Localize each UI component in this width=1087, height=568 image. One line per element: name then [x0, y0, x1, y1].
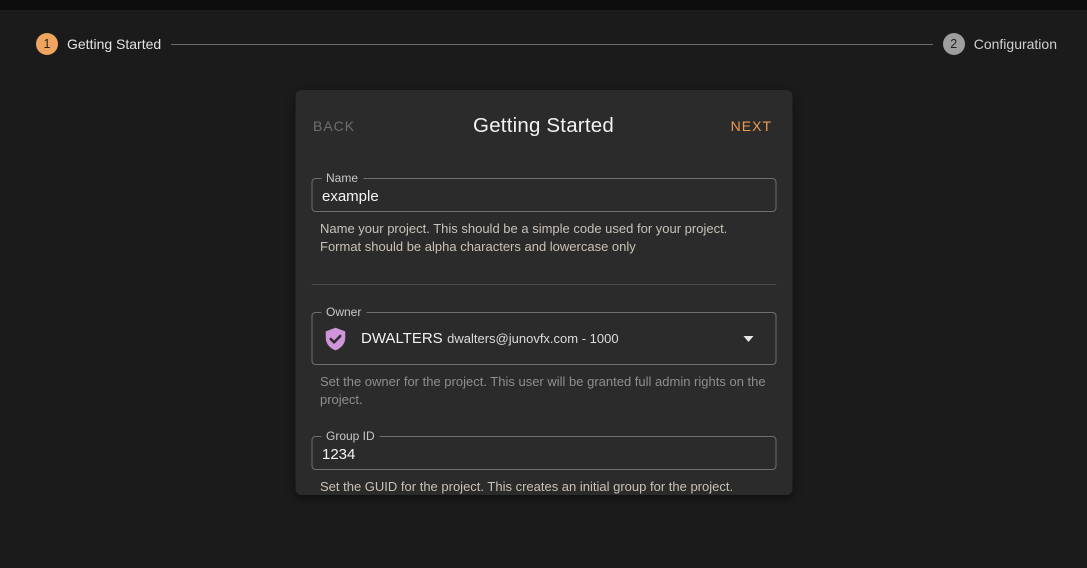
owner-select[interactable]: Owner DWALTERS dwalters@junovfx.com - 10… — [311, 304, 776, 365]
wizard-card: BACK Getting Started NEXT Name Name your… — [295, 90, 792, 495]
stepper-step-getting-started[interactable]: 1 Getting Started — [36, 33, 161, 55]
wizard-form: Name Name your project. This should be a… — [295, 170, 792, 496]
owner-name: DWALTERS — [361, 330, 443, 347]
step-1-badge: 1 — [36, 33, 58, 55]
name-field-label: Name — [321, 170, 364, 187]
step-2-badge: 2 — [942, 33, 965, 55]
owner-selected-option: DWALTERS dwalters@junovfx.com - 1000 — [361, 329, 743, 348]
window-top-strip — [0, 0, 1087, 10]
next-button[interactable]: NEXT — [731, 118, 772, 134]
name-field-outline: Name — [311, 170, 776, 212]
owner-field-group: Owner DWALTERS dwalters@junovfx.com - 10… — [311, 304, 776, 409]
group-id-helper-text: Set the GUID for the project. This creat… — [320, 479, 734, 494]
name-helper-text: Name your project. This should be a simp… — [320, 221, 728, 254]
name-input[interactable] — [312, 179, 775, 211]
name-field-group: Name Name your project. This should be a… — [311, 170, 776, 256]
group-id-field-group: Group ID Set the GUID for the project. T… — [311, 428, 776, 496]
owner-detail: dwalters@junovfx.com - 1000 — [447, 331, 619, 346]
section-divider — [311, 284, 776, 285]
owner-helper-text: Set the owner for the project. This user… — [320, 374, 766, 407]
card-title: Getting Started — [473, 114, 614, 137]
group-id-input[interactable] — [312, 437, 775, 469]
group-id-field-label: Group ID — [321, 428, 380, 445]
step-2-label: Configuration — [973, 36, 1057, 52]
wizard-stepper: 1 Getting Started 2 Configuration — [36, 33, 1057, 55]
group-id-field-outline: Group ID — [311, 428, 776, 470]
stepper-connector-line — [171, 43, 933, 45]
stepper-step-configuration[interactable]: 2 Configuration — [942, 33, 1057, 55]
card-header: BACK Getting Started NEXT — [295, 90, 792, 160]
shield-check-icon — [322, 326, 348, 352]
owner-field-label: Owner — [321, 304, 367, 321]
dropdown-caret-icon — [743, 335, 753, 342]
step-1-label: Getting Started — [67, 36, 162, 52]
